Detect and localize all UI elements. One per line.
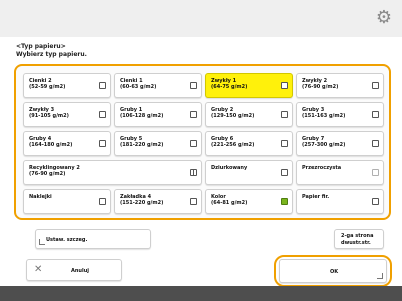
cancel-button[interactable]: ✕ Anuluj bbox=[26, 259, 122, 281]
paper-type-gruby-3-label-2: (151-163 g/m2) bbox=[302, 113, 346, 119]
color-icon bbox=[281, 198, 288, 205]
paper-type-gruby-6[interactable]: Gruby 6 (221-256 g/m2) bbox=[205, 131, 293, 156]
paper-type-gruby-1[interactable]: Gruby 1 (106-128 g/m2) bbox=[114, 102, 202, 127]
close-icon: ✕ bbox=[34, 264, 43, 275]
paper-type-gruby-2-label-2: (129-150 g/m2) bbox=[211, 113, 255, 119]
paper-type-gruby-5[interactable]: Gruby 5 (181-220 g/m2) bbox=[114, 131, 202, 156]
paper-type-zakladka-4-label-2: (151-220 g/m2) bbox=[120, 200, 164, 206]
paper-type-zwykly-3[interactable]: Zwykły 3 (91-105 g/m2) bbox=[23, 102, 111, 127]
paper-type-gruby-5-label-2: (181-220 g/m2) bbox=[120, 142, 164, 148]
page-heading: <Typ papieru> Wybierz typ papieru. bbox=[16, 43, 87, 59]
paper-type-cienki-2-label-2: (52-59 g/m2) bbox=[29, 84, 66, 90]
paper-type-gruby-4[interactable]: Gruby 4 (164-180 g/m2) bbox=[23, 131, 111, 156]
cancel-label: Anuluj bbox=[71, 268, 89, 274]
paper-type-gruby-2[interactable]: Gruby 2 (129-150 g/m2) bbox=[205, 102, 293, 127]
paper-icon bbox=[190, 198, 197, 205]
paper-type-zwykly-2-label-2: (76-90 g/m2) bbox=[302, 84, 339, 90]
paper-type-kolor[interactable]: Kolor (64-81 g/m2) bbox=[205, 189, 293, 214]
paper-icon bbox=[372, 82, 379, 89]
paper-type-panel: Cienki 2 (52-59 g/m2) Cienki 1 (60-63 g/m2)… bbox=[14, 64, 391, 220]
paper-type-naklejki[interactable]: Naklejki bbox=[23, 189, 111, 214]
paper-icon bbox=[190, 140, 197, 147]
paper-type-cienki-2[interactable]: Cienki 2 (52-59 g/m2) bbox=[23, 73, 111, 98]
paper-icon bbox=[372, 198, 379, 205]
paper-type-zwykly-1[interactable]: Zwykły 1 (64-75 g/m2) bbox=[205, 73, 293, 98]
paper-icon bbox=[372, 140, 379, 147]
paper-type-cienki-1[interactable]: Cienki 1 (60-63 g/m2) bbox=[114, 73, 202, 98]
label-icon bbox=[99, 198, 106, 205]
corner-icon bbox=[39, 239, 45, 245]
paper-icon bbox=[281, 111, 288, 118]
two-sided-label-1: 2-ga strona bbox=[341, 233, 374, 239]
paper-type-naklejki-label-1: Naklejki bbox=[29, 194, 52, 200]
paper-type-gruby-6-label-2: (221-256 g/m2) bbox=[211, 142, 255, 148]
paper-icon bbox=[281, 82, 288, 89]
paper-type-zakladka-4[interactable]: Zakładka 4 (151-220 g/m2) bbox=[114, 189, 202, 214]
paper-icon bbox=[99, 82, 106, 89]
grid-icon bbox=[190, 169, 197, 176]
paper-type-recyklingowany-2[interactable]: Recyklingowany 2 (76-90 g/m2) bbox=[23, 160, 202, 185]
page-title: <Typ papieru> bbox=[16, 43, 66, 50]
advanced-settings-label: Ustaw. szczeg. bbox=[46, 237, 88, 243]
paper-type-gruby-4-label-2: (164-180 g/m2) bbox=[29, 142, 73, 148]
paper-type-papier-firmowy[interactable]: Papier fir. bbox=[296, 189, 384, 214]
paper-type-gruby-3[interactable]: Gruby 3 (151-163 g/m2) bbox=[296, 102, 384, 127]
paper-icon bbox=[190, 82, 197, 89]
paper-icon bbox=[281, 169, 288, 176]
gear-icon[interactable]: ⚙ bbox=[374, 8, 394, 28]
paper-type-grid: Cienki 2 (52-59 g/m2) Cienki 1 (60-63 g/m2)… bbox=[23, 73, 384, 214]
paper-icon bbox=[99, 140, 106, 147]
paper-type-gruby-7[interactable]: Gruby 7 (257-300 g/m2) bbox=[296, 131, 384, 156]
paper-type-zwykly-2[interactable]: Zwykły 2 (76-90 g/m2) bbox=[296, 73, 384, 98]
two-sided-label-2: dwustr.str. bbox=[341, 240, 371, 246]
page-subtitle: Wybierz typ papieru. bbox=[16, 51, 87, 58]
ok-label: OK bbox=[330, 269, 339, 275]
paper-icon bbox=[281, 140, 288, 147]
paper-type-papier-firmowy-label-1: Papier fir. bbox=[302, 194, 330, 200]
paper-type-dziurkowany[interactable]: Dziurkowany bbox=[205, 160, 293, 185]
paper-type-gruby-7-label-2: (257-300 g/m2) bbox=[302, 142, 346, 148]
paper-icon bbox=[372, 111, 379, 118]
paper-type-przezroczysta-label-1: Przezroczysta bbox=[302, 165, 342, 171]
paper-type-zwykly-1-label-2: (64-75 g/m2) bbox=[211, 84, 248, 90]
status-bar bbox=[0, 286, 402, 301]
paper-type-kolor-label-2: (64-81 g/m2) bbox=[211, 200, 248, 206]
paper-type-dziurkowany-label-1: Dziurkowany bbox=[211, 165, 248, 171]
paper-type-recyklingowany-2-label-2: (76-90 g/m2) bbox=[29, 171, 66, 177]
two-sided-button[interactable]: 2-ga strona dwustr.str. bbox=[334, 229, 384, 249]
paper-type-zwykly-3-label-2: (91-105 g/m2) bbox=[29, 113, 69, 119]
paper-type-cienki-1-label-2: (60-63 g/m2) bbox=[120, 84, 157, 90]
ok-button[interactable]: OK bbox=[279, 259, 387, 283]
corner-icon bbox=[377, 273, 383, 279]
paper-icon bbox=[99, 111, 106, 118]
paper-type-gruby-1-label-2: (106-128 g/m2) bbox=[120, 113, 164, 119]
advanced-settings-button[interactable]: Ustaw. szczeg. bbox=[35, 229, 151, 249]
paper-type-przezroczysta[interactable]: Przezroczysta bbox=[296, 160, 384, 185]
ghost-icon bbox=[372, 169, 379, 176]
top-bar: ⚙ bbox=[0, 0, 402, 37]
paper-icon bbox=[190, 111, 197, 118]
